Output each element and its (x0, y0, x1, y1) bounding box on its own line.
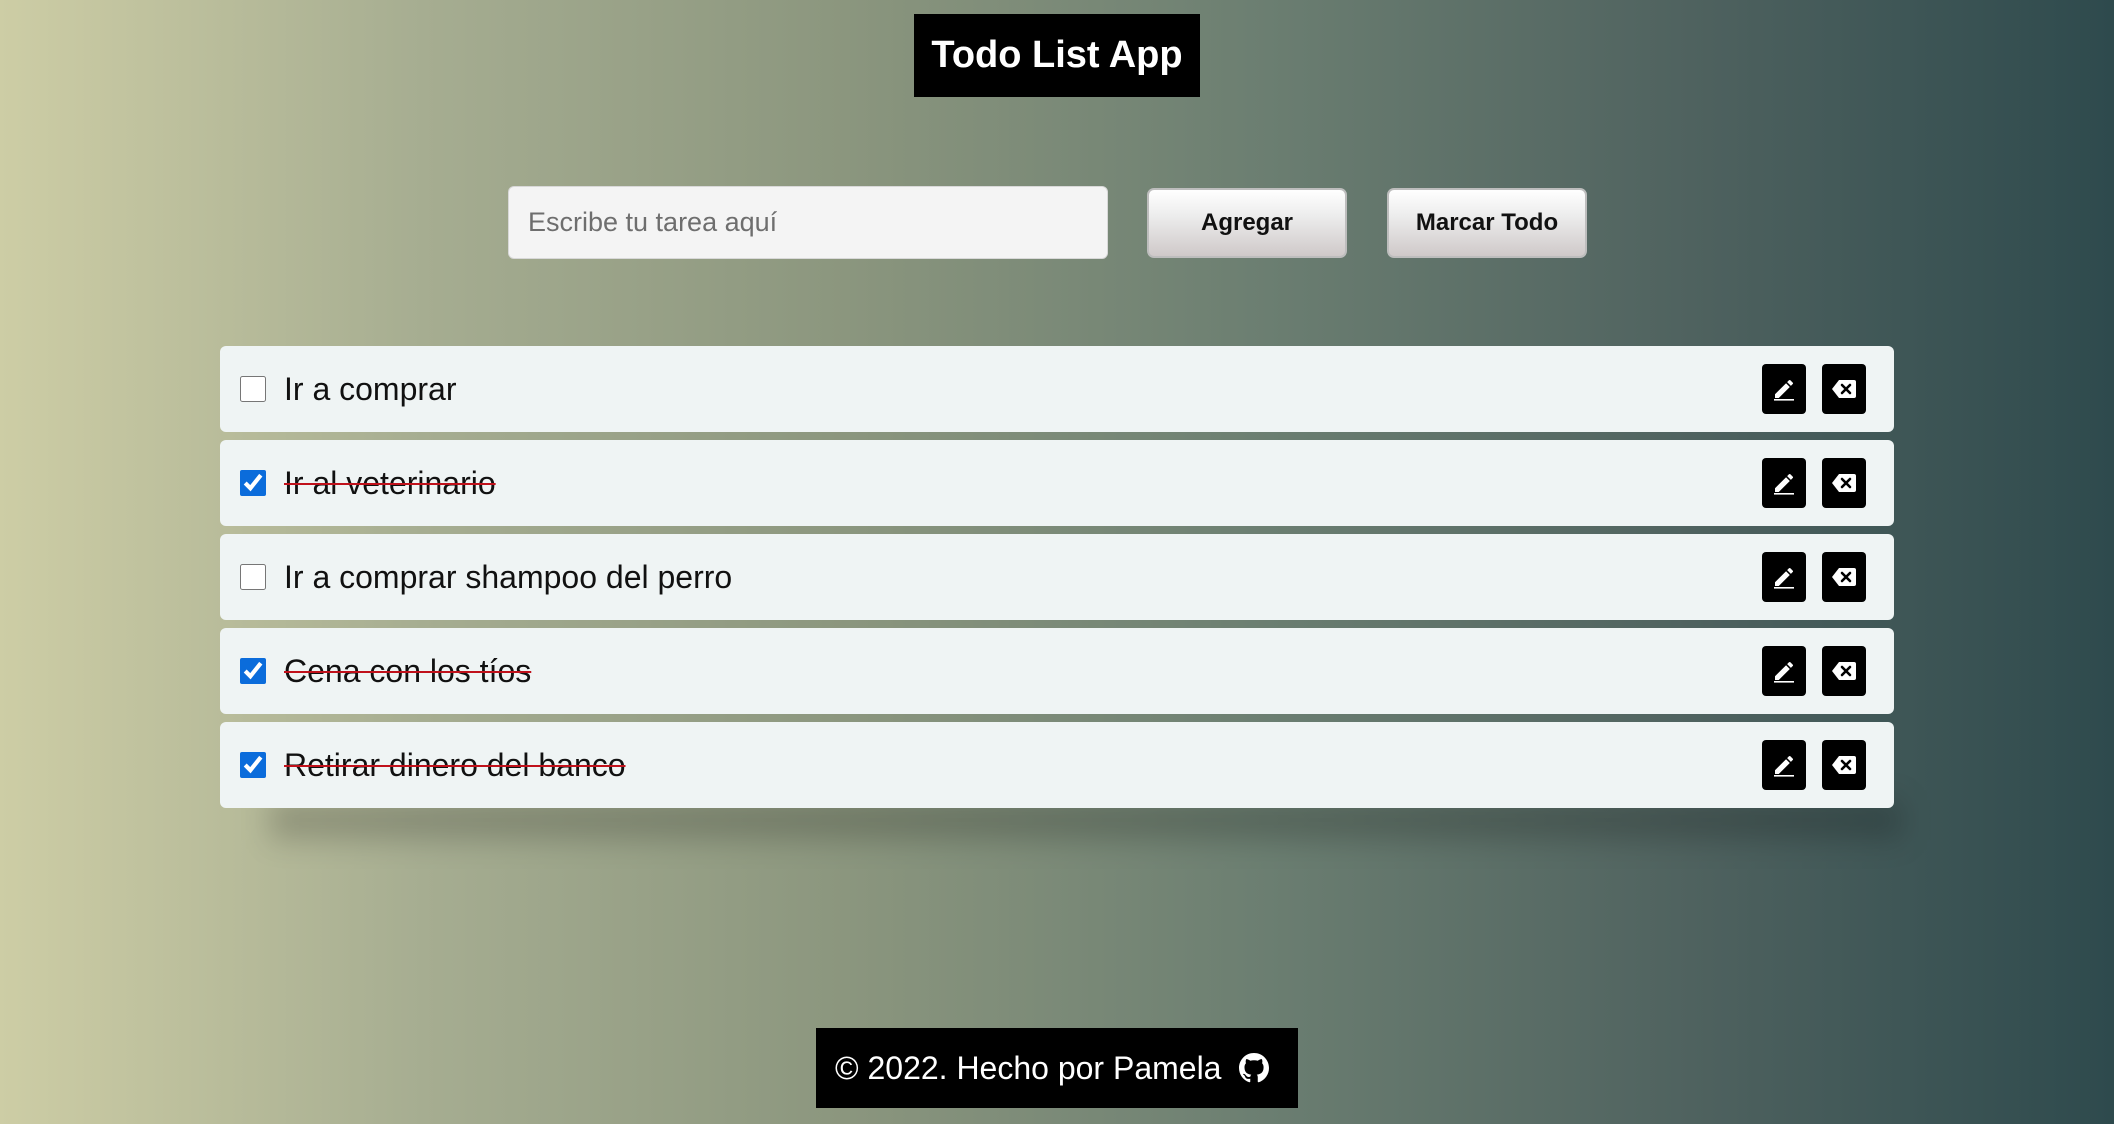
delete-button[interactable] (1822, 458, 1866, 508)
add-button[interactable]: Agregar (1147, 188, 1347, 258)
edit-button[interactable] (1762, 740, 1806, 790)
todo-checkbox[interactable] (240, 470, 266, 496)
backspace-icon (1832, 662, 1856, 680)
backspace-icon (1832, 568, 1856, 586)
todo-checkbox[interactable] (240, 564, 266, 590)
footer-text: © 2022. Hecho por Pamela (835, 1049, 1222, 1086)
delete-button[interactable] (1822, 552, 1866, 602)
pencil-icon (1774, 755, 1794, 777)
pencil-icon (1774, 661, 1794, 683)
backspace-icon (1832, 380, 1856, 398)
todo-item: Ir a comprar (220, 346, 1894, 432)
todo-checkbox[interactable] (240, 752, 266, 778)
backspace-icon (1832, 474, 1856, 492)
github-icon[interactable] (1239, 1053, 1270, 1083)
delete-button[interactable] (1822, 646, 1866, 696)
edit-button[interactable] (1762, 364, 1806, 414)
todo-text: Cena con los tíos (284, 652, 532, 689)
pencil-icon (1774, 379, 1794, 401)
mark-all-button[interactable]: Marcar Todo (1387, 188, 1587, 258)
todo-list: Ir a comprar Ir al veterinario Ir a comp… (220, 346, 1894, 816)
todo-item: Retirar dinero del banco (220, 722, 1894, 808)
task-input[interactable] (508, 186, 1108, 259)
edit-button[interactable] (1762, 646, 1806, 696)
backspace-icon (1832, 756, 1856, 774)
todo-text: Retirar dinero del banco (284, 746, 626, 783)
delete-button[interactable] (1822, 364, 1866, 414)
app-title: Todo List App (914, 14, 1200, 97)
todo-text: Ir a comprar (284, 370, 457, 407)
todo-text: Ir a comprar shampoo del perro (284, 558, 733, 595)
delete-button[interactable] (1822, 740, 1866, 790)
todo-item: Ir a comprar shampoo del perro (220, 534, 1894, 620)
todo-item: Ir al veterinario (220, 440, 1894, 526)
pencil-icon (1774, 567, 1794, 589)
pencil-icon (1774, 473, 1794, 495)
footer: © 2022. Hecho por Pamela (816, 1028, 1298, 1108)
edit-button[interactable] (1762, 552, 1806, 602)
todo-text: Ir al veterinario (284, 464, 496, 501)
todo-checkbox[interactable] (240, 658, 266, 684)
todo-checkbox[interactable] (240, 376, 266, 402)
todo-item: Cena con los tíos (220, 628, 1894, 714)
edit-button[interactable] (1762, 458, 1806, 508)
